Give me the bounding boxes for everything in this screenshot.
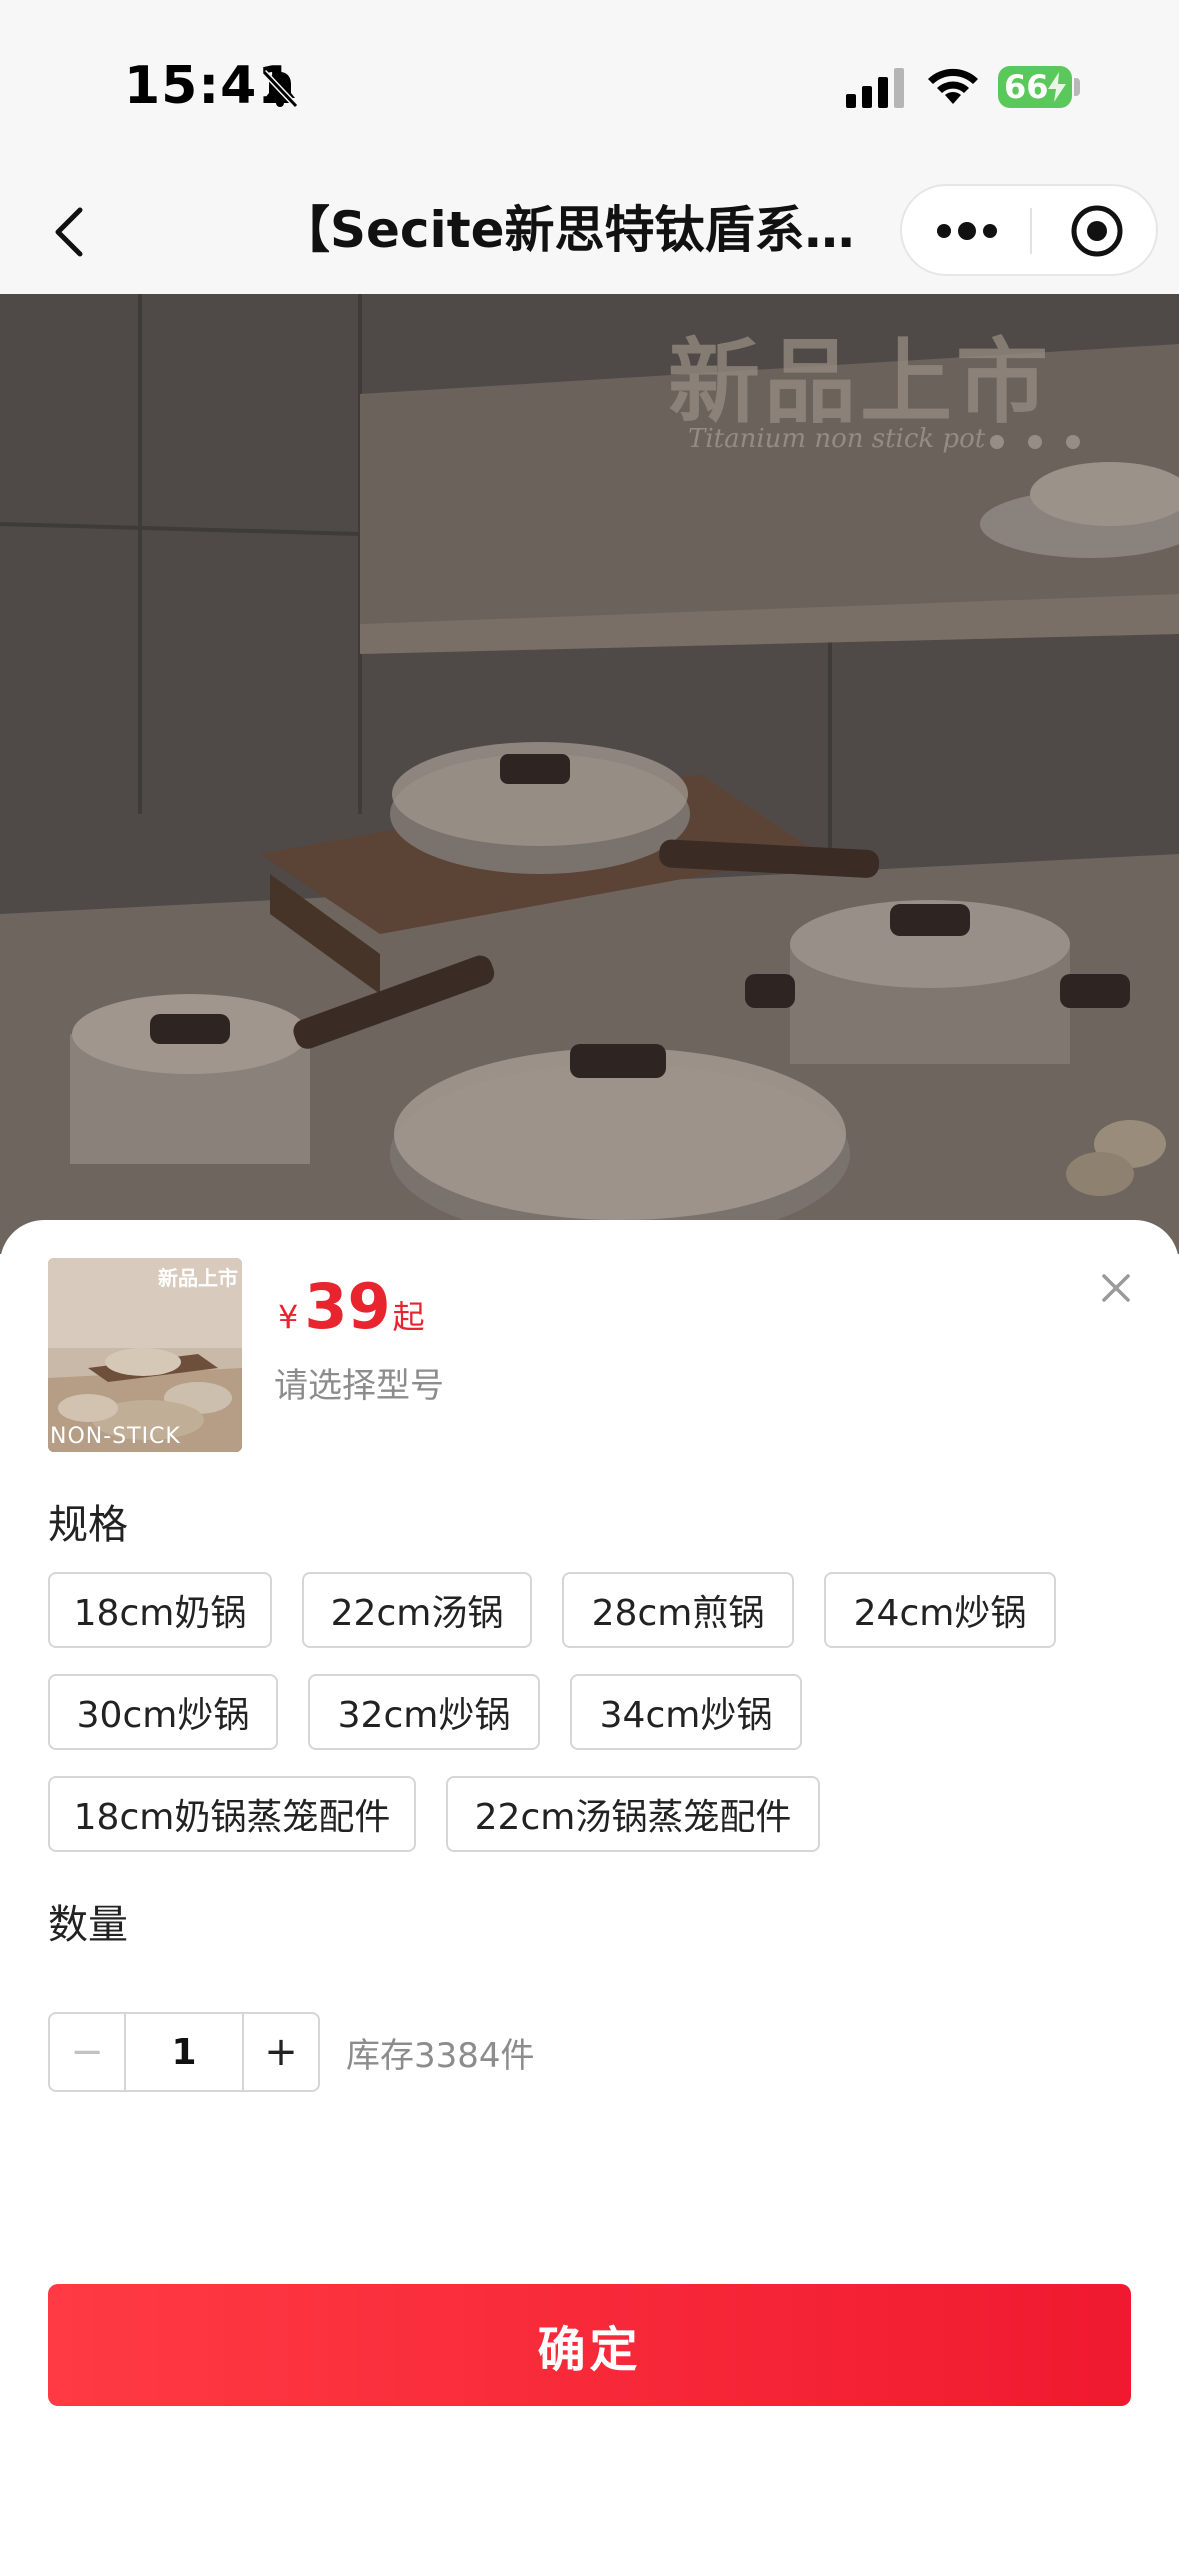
sku-selection-sheet: 新品上市 NON-STICK ¥ 39 起 请选择型号 规格 18cm奶锅 22… bbox=[0, 1220, 1179, 2556]
bell-slash-icon bbox=[261, 69, 299, 109]
battery-cap bbox=[1074, 78, 1080, 96]
carousel-indicator[interactable] bbox=[990, 434, 1104, 453]
product-thumbnail[interactable]: 新品上市 NON-STICK bbox=[48, 1258, 242, 1452]
spec-option[interactable]: 24cm炒锅 bbox=[824, 1572, 1056, 1648]
price-suffix: 起 bbox=[392, 1298, 425, 1336]
status-bar: 15:41 66 bbox=[0, 0, 1179, 170]
hero-subtitle: Titanium non stick pot bbox=[688, 424, 986, 454]
decrease-button[interactable]: − bbox=[50, 2014, 126, 2090]
spec-option[interactable]: 18cm奶锅 bbox=[48, 1572, 272, 1648]
stock-text: 库存3384件 bbox=[346, 2036, 535, 2076]
spec-option[interactable]: 22cm汤锅蒸笼配件 bbox=[446, 1776, 820, 1852]
spec-option[interactable]: 22cm汤锅 bbox=[302, 1572, 532, 1648]
mini-program-capsule bbox=[900, 184, 1158, 276]
close-icon[interactable] bbox=[1094, 1266, 1138, 1310]
quantity-input[interactable]: 1 bbox=[126, 2014, 242, 2090]
spec-option[interactable]: 34cm炒锅 bbox=[570, 1674, 802, 1750]
quantity-stepper: − 1 + bbox=[48, 2012, 320, 2092]
spec-label: 规格 bbox=[48, 1502, 128, 1548]
quantity-label: 数量 bbox=[48, 1902, 128, 1948]
spec-option[interactable]: 30cm炒锅 bbox=[48, 1674, 278, 1750]
wifi-icon bbox=[928, 68, 978, 104]
increase-button[interactable]: + bbox=[242, 2014, 318, 2090]
price-value: 39 bbox=[304, 1270, 391, 1343]
spec-option[interactable]: 32cm炒锅 bbox=[308, 1674, 540, 1750]
page-title: 【Secite新思特钛盾系列钛不粘锅】 bbox=[280, 201, 880, 259]
carousel-dot[interactable] bbox=[990, 435, 1004, 449]
carousel-dot[interactable] bbox=[1028, 435, 1042, 449]
target-circle-icon[interactable] bbox=[1066, 200, 1128, 262]
spec-option[interactable]: 28cm煎锅 bbox=[562, 1572, 794, 1648]
select-hint: 请选择型号 bbox=[274, 1366, 444, 1406]
thumbnail-caption: NON-STICK bbox=[50, 1424, 181, 1449]
battery-charging-icon: 66 bbox=[998, 66, 1072, 108]
carousel-dot[interactable] bbox=[1066, 435, 1080, 449]
price: ¥ 39 起 bbox=[278, 1270, 425, 1350]
hero-headline: 新品上市 bbox=[668, 328, 1053, 436]
spec-option[interactable]: 18cm奶锅蒸笼配件 bbox=[48, 1776, 416, 1852]
capsule-divider bbox=[1030, 208, 1032, 254]
back-button[interactable] bbox=[40, 200, 104, 264]
battery-level: 66 bbox=[1004, 68, 1049, 106]
bolt-icon bbox=[1048, 72, 1066, 102]
more-dots-icon[interactable] bbox=[932, 208, 1002, 254]
product-image: 新品上市 Titanium non stick pot bbox=[0, 294, 1179, 1254]
nav-bar: 【Secite新思特钛盾系列钛不粘锅】 bbox=[0, 170, 1179, 294]
thumbnail-label: 新品上市 bbox=[158, 1266, 238, 1290]
cellular-signal-icon bbox=[846, 68, 904, 108]
page: 15:41 66 【Secite新思特钛盾系列 新品上市 Titanium no… bbox=[0, 0, 1179, 2556]
confirm-button[interactable]: 确定 bbox=[48, 2284, 1131, 2406]
price-currency: ¥ bbox=[278, 1298, 299, 1336]
